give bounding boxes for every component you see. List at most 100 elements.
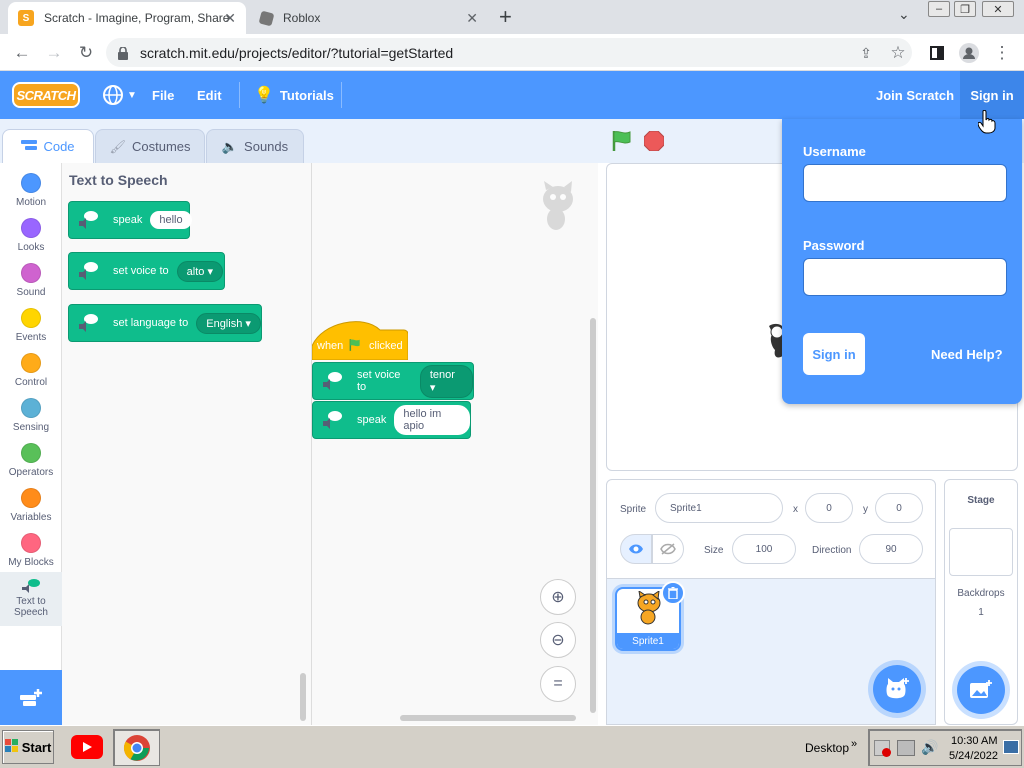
lock-icon — [118, 45, 128, 60]
text-to-speech-icon — [79, 211, 98, 229]
security-alert-icon[interactable] — [874, 740, 891, 757]
profile-avatar-icon[interactable] — [957, 41, 981, 65]
tab-code[interactable]: Code — [2, 129, 94, 163]
edit-menu[interactable]: Edit — [197, 71, 222, 119]
volume-icon[interactable]: 🔊 — [921, 739, 938, 756]
speak-text-input[interactable]: hello — [150, 211, 192, 229]
set-language-block[interactable]: set language to English ▾ — [68, 304, 262, 342]
add-extension-button[interactable] — [0, 670, 62, 725]
block-palette: Text to Speech speak hello set voice to … — [62, 163, 312, 725]
tutorials-button[interactable]: 💡 Tutorials — [254, 71, 334, 119]
share-icon[interactable]: ⇪ — [854, 41, 878, 65]
block-label: speak — [113, 214, 143, 226]
browser-tab-roblox[interactable]: Roblox ✕ — [250, 2, 488, 34]
category-label: Operators — [8, 467, 54, 478]
language-dropdown[interactable]: English ▾ — [196, 312, 261, 334]
browser-tab-scratch[interactable]: S Scratch - Imagine, Program, Share ✕ — [8, 2, 246, 34]
need-help-link[interactable]: Need Help? — [931, 347, 1003, 362]
address-bar[interactable]: scratch.mit.edu/projects/editor/?tutoria… — [106, 38, 912, 67]
category-motion[interactable]: Motion — [0, 167, 62, 212]
direction-input[interactable]: 90 — [859, 534, 923, 564]
file-menu[interactable]: File — [152, 71, 174, 119]
tab-sounds-label: Sounds — [244, 139, 289, 154]
minimize-window-icon[interactable]: – — [928, 1, 950, 17]
sign-in-submit-button[interactable]: Sign in — [803, 333, 865, 375]
reload-icon[interactable]: ↻ — [74, 41, 98, 65]
close-tab-icon[interactable]: ✕ — [466, 10, 478, 27]
category-events[interactable]: Events — [0, 302, 62, 347]
category-label: Sound — [16, 287, 46, 298]
chrome-taskbar-button[interactable] — [113, 729, 160, 766]
block-label: set voice to — [357, 369, 401, 393]
side-panel-icon[interactable] — [925, 41, 949, 65]
choose-sprite-button[interactable] — [873, 665, 921, 713]
speak-hello-block[interactable]: speak hello im apio — [312, 401, 471, 439]
tab-code-label: Code — [43, 139, 75, 154]
network-icon[interactable] — [897, 740, 915, 756]
show-sprite-button[interactable] — [620, 534, 652, 564]
when-flag-clicked-block[interactable]: when clicked — [312, 318, 408, 360]
x-input[interactable]: 0 — [805, 493, 853, 523]
close-tab-icon[interactable]: ✕ — [224, 10, 236, 27]
add-backdrop-icon — [970, 680, 992, 698]
y-input[interactable]: 0 — [875, 493, 923, 523]
tab-search-icon[interactable]: ⌄ — [898, 6, 910, 23]
zoom-out-icon[interactable]: ⊖ — [540, 622, 576, 658]
tab-sounds[interactable]: 🔈 Sounds — [206, 129, 304, 163]
category-control[interactable]: Control — [0, 347, 62, 392]
language-globe-icon[interactable]: ▼ — [102, 71, 137, 119]
set-voice-block[interactable]: set voice to alto ▾ — [68, 252, 225, 290]
category-dot — [21, 308, 41, 328]
zoom-in-icon[interactable]: ⊕ — [540, 579, 576, 615]
category-looks[interactable]: Looks — [0, 212, 62, 257]
youtube-icon[interactable] — [71, 735, 103, 759]
category-operators[interactable]: Operators — [0, 437, 62, 482]
stop-icon[interactable] — [643, 130, 665, 156]
hide-sprite-button[interactable] — [652, 534, 684, 564]
voice-dropdown[interactable]: alto ▾ — [176, 260, 223, 282]
desktop-toolbar-label[interactable]: Desktop — [805, 741, 849, 755]
category-sensing[interactable]: Sensing — [0, 392, 62, 437]
join-scratch-link[interactable]: Join Scratch — [876, 71, 954, 119]
zoom-reset-icon[interactable]: = — [540, 666, 576, 702]
speak-block[interactable]: speak hello — [68, 201, 192, 239]
category-label: Events — [15, 332, 47, 343]
stage-thumbnail[interactable] — [949, 528, 1013, 576]
category-variables[interactable]: Variables — [0, 482, 62, 527]
workspace-vertical-scrollbar[interactable] — [590, 318, 596, 713]
username-input[interactable] — [803, 164, 1007, 202]
toolbar-expand-icon[interactable]: » — [851, 738, 857, 750]
palette-scrollbar[interactable] — [300, 673, 306, 721]
choose-backdrop-button[interactable] — [957, 666, 1005, 714]
set-voice-tenor-block[interactable]: set voice to tenor ▾ — [312, 362, 474, 400]
tab-costumes[interactable]: 🖌 Costumes — [95, 129, 205, 163]
bookmark-star-icon[interactable]: ☆ — [886, 41, 910, 65]
delete-sprite-icon[interactable] — [661, 581, 685, 605]
restore-window-icon[interactable]: ❐ — [954, 1, 976, 17]
new-tab-icon[interactable]: + — [499, 4, 512, 30]
direction-label: Direction — [812, 545, 852, 556]
category-text-to-speech[interactable]: Text to Speech — [0, 572, 62, 626]
category-sound[interactable]: Sound — [0, 257, 62, 302]
y-label: y — [863, 504, 868, 515]
eye-hidden-icon — [660, 543, 676, 555]
show-desktop-icon[interactable] — [1003, 740, 1019, 754]
category-my-blocks[interactable]: My Blocks — [0, 527, 62, 572]
scratch-favicon-icon: S — [18, 10, 34, 26]
scratch-logo[interactable]: SCRATCH — [12, 82, 80, 108]
workspace-horizontal-scrollbar[interactable] — [400, 715, 576, 721]
voice-dropdown[interactable]: tenor ▾ — [419, 364, 473, 398]
green-flag-icon — [348, 338, 362, 357]
start-button[interactable]: Start — [2, 730, 54, 764]
close-window-icon[interactable]: ✕ — [982, 1, 1014, 17]
sprite-name-input[interactable]: Sprite1 — [655, 493, 783, 523]
back-icon[interactable]: ← — [10, 41, 34, 65]
green-flag-icon[interactable] — [610, 129, 634, 158]
size-input[interactable]: 100 — [732, 534, 796, 564]
category-dot — [21, 533, 41, 553]
chrome-menu-icon[interactable]: ⋮ — [990, 41, 1014, 65]
eye-icon — [629, 544, 643, 554]
speak-text-input[interactable]: hello im apio — [394, 405, 470, 435]
password-input[interactable] — [803, 258, 1007, 296]
forward-icon[interactable]: → — [42, 41, 66, 65]
